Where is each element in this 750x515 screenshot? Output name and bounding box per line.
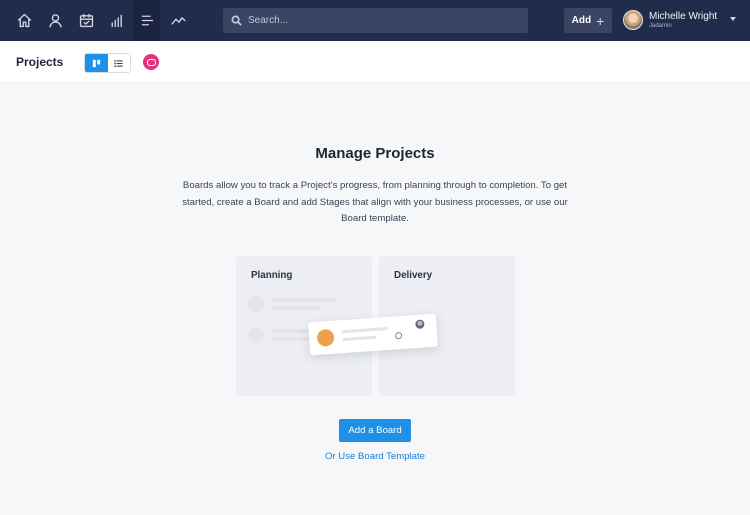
use-template-link-text[interactable]: Or Use Board Template xyxy=(325,451,425,462)
calendar-icon[interactable] xyxy=(75,9,97,31)
plus-icon: + xyxy=(596,12,605,29)
person-icon[interactable] xyxy=(44,9,66,31)
list-align-icon[interactable] xyxy=(136,9,158,31)
illustration-column-label: Planning xyxy=(251,270,293,281)
user-name[interactable]: Michelle Wright xyxy=(649,11,717,22)
add-button[interactable]: Add + xyxy=(564,8,612,33)
clock-icon xyxy=(394,331,403,340)
avatar[interactable] xyxy=(623,10,643,30)
placeholder-line xyxy=(341,326,388,334)
chat-bubble-icon[interactable] xyxy=(143,54,159,70)
avatar xyxy=(415,319,425,330)
board-view-button[interactable] xyxy=(85,54,108,72)
placeholder-line xyxy=(272,298,336,302)
page-header: Projects xyxy=(0,41,750,81)
card-status-dot xyxy=(316,328,335,347)
placeholder-line xyxy=(342,335,377,342)
placeholder-dot xyxy=(248,296,264,312)
add-button-label: Add xyxy=(571,15,592,26)
chevron-down-icon[interactable] xyxy=(730,17,736,21)
use-template-link: Or Use Board Template xyxy=(0,451,750,462)
signal-bars-icon[interactable] xyxy=(105,9,127,31)
user-subtitle: Jadamin xyxy=(649,23,672,29)
placeholder-dot xyxy=(248,327,264,343)
search-bar[interactable] xyxy=(223,8,528,33)
search-icon xyxy=(231,15,242,26)
empty-state-title: Manage Projects xyxy=(315,145,435,162)
search-input[interactable] xyxy=(248,15,508,26)
empty-state-description: Boards allow you to track a Project’s pr… xyxy=(182,180,568,224)
trend-line-icon[interactable] xyxy=(167,9,189,31)
placeholder-line xyxy=(272,306,320,310)
list-view-button[interactable] xyxy=(107,54,130,72)
top-navigation: Add + Michelle Wright Jadamin xyxy=(0,0,750,41)
add-board-button[interactable]: Add a Board xyxy=(339,419,411,442)
board-view-icon xyxy=(92,59,100,67)
home-icon[interactable] xyxy=(13,9,35,31)
list-view-icon xyxy=(114,59,123,67)
page-title: Projects xyxy=(16,55,64,69)
illustration-column-label: Delivery xyxy=(394,270,433,281)
view-toggle xyxy=(84,53,131,73)
